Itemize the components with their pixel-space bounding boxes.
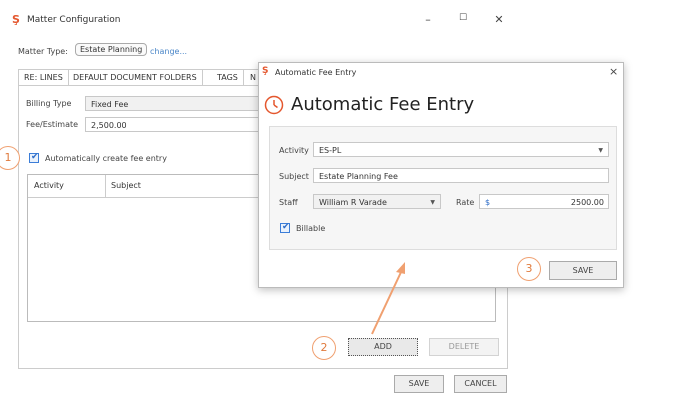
callout-2: 2 xyxy=(312,336,336,360)
callout-3: 3 xyxy=(517,257,541,281)
annotation-arrow xyxy=(371,262,405,335)
